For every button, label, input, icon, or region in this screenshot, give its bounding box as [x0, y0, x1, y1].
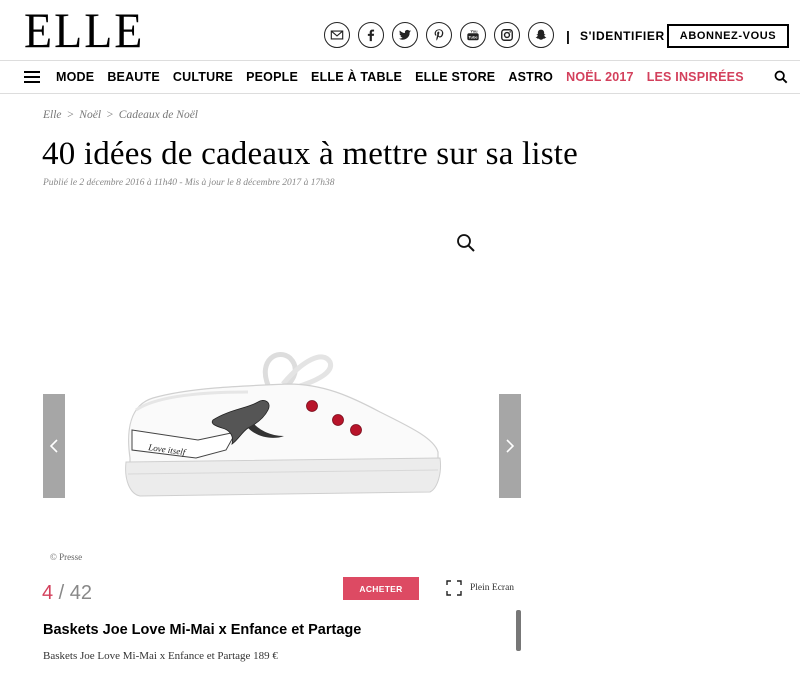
nav-item-people[interactable]: PEOPLE: [246, 70, 298, 84]
gallery-total: 42: [69, 582, 93, 604]
pinterest-icon[interactable]: [426, 22, 452, 48]
nav-items: MODE BEAUTE CULTURE PEOPLE ELLE À TABLE …: [56, 70, 757, 84]
snapchat-icon[interactable]: [528, 22, 554, 48]
product-image: Love itself: [125, 352, 441, 497]
svg-text:You: You: [470, 28, 478, 33]
publication-date: Publié le 2 décembre 2016 à 11h40 - Mis …: [43, 178, 335, 188]
nav-item-beaute[interactable]: BEAUTE: [107, 70, 160, 84]
breadcrumb: Elle > Noël > Cadeaux de Noël: [43, 109, 198, 121]
svg-text:Tube: Tube: [468, 35, 478, 40]
breadcrumb-separator: >: [66, 109, 75, 121]
product-description: Baskets Joe Love Mi-Mai x Enfance et Par…: [43, 650, 278, 662]
breadcrumb-item-cadeaux[interactable]: Cadeaux de Noël: [119, 109, 198, 121]
gallery-prev-button[interactable]: [43, 394, 65, 498]
twitter-icon[interactable]: [392, 22, 418, 48]
nav-item-astro[interactable]: ASTRO: [508, 70, 553, 84]
chevron-left-icon: [49, 439, 58, 453]
fullscreen-button[interactable]: Plein Ecran: [446, 580, 514, 596]
instagram-icon[interactable]: [494, 22, 520, 48]
product-title: Baskets Joe Love Mi-Mai x Enfance et Par…: [43, 622, 362, 638]
nav-item-elle-store[interactable]: ELLE STORE: [415, 70, 495, 84]
nav-item-mode[interactable]: MODE: [56, 70, 94, 84]
signin-link[interactable]: S'IDENTIFIER: [580, 29, 665, 43]
mail-icon[interactable]: [324, 22, 350, 48]
main-nav: MODE BEAUTE CULTURE PEOPLE ELLE À TABLE …: [0, 60, 800, 94]
search-icon[interactable]: [774, 70, 788, 84]
nav-item-les-inspirees[interactable]: LES INSPIRÉES: [647, 70, 744, 84]
youtube-icon[interactable]: Tube You: [460, 22, 486, 48]
buy-button[interactable]: ACHETER: [343, 577, 419, 600]
gallery-current-index: 4: [42, 582, 54, 604]
caption-scrollbar[interactable]: [516, 610, 521, 651]
nav-item-culture[interactable]: CULTURE: [173, 70, 233, 84]
chevron-right-icon: [506, 439, 515, 453]
menu-icon[interactable]: [24, 71, 40, 83]
zoom-icon[interactable]: [456, 233, 476, 253]
nav-item-elle-a-table[interactable]: ELLE À TABLE: [311, 70, 402, 84]
gallery-next-button[interactable]: [499, 394, 521, 498]
site-header: ELLE Tube You | S'IDENTIFIER ABONNEZ-VOUS: [0, 0, 800, 58]
fullscreen-label: Plein Ecran: [470, 583, 515, 593]
nav-item-noel-2017[interactable]: NOËL 2017: [566, 70, 634, 84]
fullscreen-icon: [446, 580, 462, 596]
gallery-counter: 4 / 42: [42, 582, 92, 605]
image-credit: © Presse: [50, 552, 83, 562]
elle-logo[interactable]: ELLE: [24, 5, 144, 56]
breadcrumb-item-noel[interactable]: Noël: [79, 109, 101, 121]
breadcrumb-item-elle[interactable]: Elle: [43, 109, 62, 121]
facebook-icon[interactable]: [358, 22, 384, 48]
header-separator: |: [566, 28, 570, 44]
subscribe-button[interactable]: ABONNEZ-VOUS: [667, 24, 789, 48]
gallery-counter-separator: /: [53, 582, 70, 604]
page-title: 40 idées de cadeaux à mettre sur sa list…: [42, 136, 578, 172]
breadcrumb-separator: >: [106, 109, 114, 121]
social-links: Tube You: [324, 22, 554, 48]
